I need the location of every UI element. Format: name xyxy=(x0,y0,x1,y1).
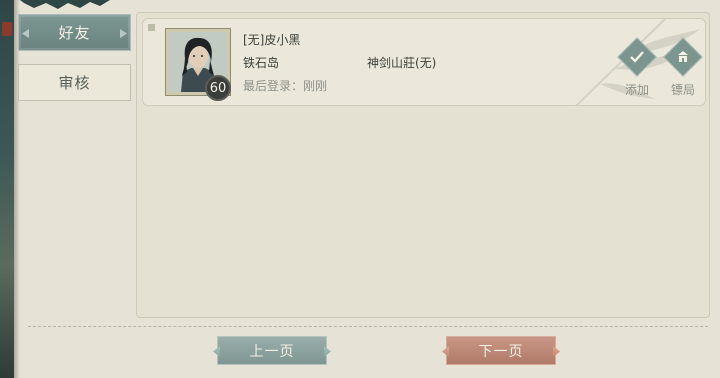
left-scene-edge xyxy=(0,0,20,378)
tab-review[interactable]: 审核 xyxy=(18,64,131,101)
player-location: 铁石岛 xyxy=(243,56,280,70)
add-friend-label: 添加 xyxy=(624,83,649,97)
last-login-status: 最后登录：刚刚 xyxy=(243,79,328,93)
check-icon xyxy=(629,49,645,65)
escort-icon xyxy=(675,49,691,65)
tab-friends[interactable]: 好友 xyxy=(18,14,131,51)
escort-button[interactable]: 镖局 xyxy=(663,37,703,98)
player-name: [无]皮小黑 xyxy=(243,33,301,47)
player-level-badge: 60 xyxy=(205,75,231,101)
add-button-frame xyxy=(617,37,657,77)
footer-divider xyxy=(28,326,708,327)
tab-review-label: 审核 xyxy=(58,74,91,92)
add-friend-button[interactable]: 添加 xyxy=(617,37,657,98)
tab-right-arrow-icon xyxy=(120,29,127,38)
next-page-label: 下一页 xyxy=(478,343,524,360)
escort-button-frame xyxy=(663,37,703,77)
tab-left-arrow-icon xyxy=(22,29,29,38)
scene-marker xyxy=(2,22,12,36)
roof-ornament-icon xyxy=(20,0,110,9)
tab-friends-label: 好友 xyxy=(58,24,91,42)
prev-page-label: 上一页 xyxy=(249,343,295,360)
friend-card: 60 [无]皮小黑 铁石岛 神剑山莊(无) 最后登录：刚刚 添加 镖局 xyxy=(142,18,706,106)
card-corner-marker xyxy=(148,24,155,31)
player-guild: 神剑山莊(无) xyxy=(367,56,437,70)
prev-page-button[interactable]: 上一页 xyxy=(217,336,327,365)
next-page-button[interactable]: 下一页 xyxy=(446,336,556,365)
escort-label: 镖局 xyxy=(670,83,695,97)
